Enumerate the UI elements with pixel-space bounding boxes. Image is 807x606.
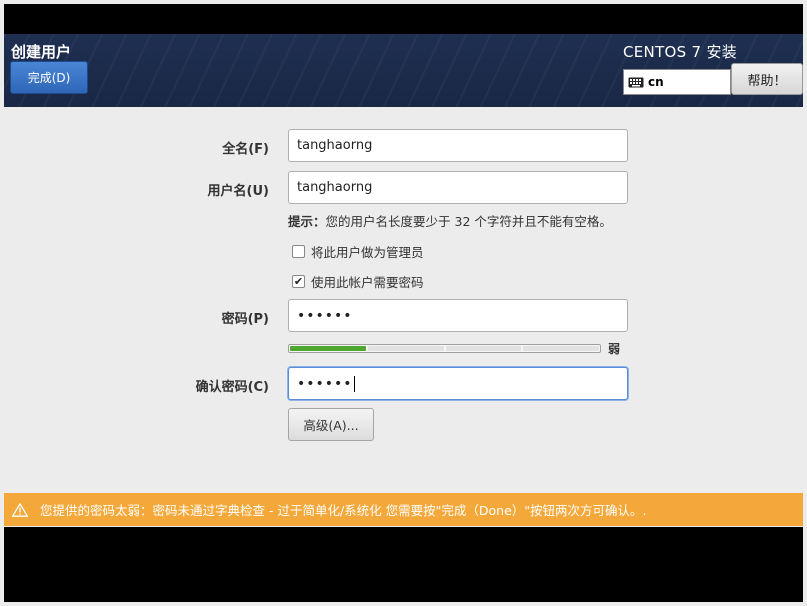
password-label: 密码(P) (221, 312, 269, 327)
confirm-password-input[interactable]: •••••• (288, 367, 628, 400)
username-value: tanghaorng (297, 180, 373, 195)
fullname-value: tanghaorng (297, 138, 373, 153)
password-strength-meter (288, 344, 601, 353)
require-password-row[interactable]: ✔ 使用此帐户需要密码 (292, 272, 424, 291)
require-password-label[interactable]: 使用此帐户需要密码 (311, 272, 424, 291)
confirm-password-value: •••••• (297, 375, 353, 392)
done-button[interactable]: 完成(D) (10, 61, 88, 94)
admin-checkbox-label[interactable]: 将此用户做为管理员 (311, 242, 424, 261)
keyboard-layout-label: cn (648, 75, 664, 89)
password-value: •••••• (297, 307, 353, 324)
create-user-form: 全名(F) tanghaorng 用户名(U) tanghaorng 提示：您的… (4, 107, 803, 527)
help-button[interactable]: 帮助！ (731, 63, 803, 95)
username-label: 用户名(U) (207, 184, 269, 199)
admin-checkbox[interactable] (292, 245, 305, 258)
require-password-checkbox[interactable]: ✔ (292, 275, 305, 288)
warning-bar[interactable]: 您提供的密码太弱：密码未通过字典检查 - 过于简单化/系统化 您需要按"完成（D… (4, 493, 803, 526)
advanced-button[interactable]: 高级(A)... (288, 408, 374, 441)
keyboard-layout-indicator[interactable]: cn (623, 69, 731, 95)
hint-text: 您的用户名长度要少于 32 个字符并且不能有空格。 (325, 214, 612, 229)
page-title: 创建用户 (11, 43, 72, 61)
fullname-input[interactable]: tanghaorng (288, 129, 628, 162)
installer-window: 创建用户 完成(D) CENTOS 7 安装 cn 帮助！ 全名(F) tang… (4, 4, 803, 602)
fullname-label: 全名(F) (222, 142, 269, 157)
password-input[interactable]: •••••• (288, 299, 628, 332)
text-cursor (353, 375, 355, 392)
strength-segment (290, 346, 366, 351)
checkmark-icon: ✔ (293, 275, 304, 288)
keyboard-icon (628, 77, 644, 87)
strength-segment (367, 346, 444, 351)
hint-prefix: 提示： (288, 214, 326, 229)
strength-segment (523, 346, 599, 351)
admin-checkbox-row[interactable]: 将此用户做为管理员 (292, 242, 424, 261)
confirm-password-label: 确认密码(C) (195, 380, 269, 395)
strength-segment (445, 346, 522, 351)
password-strength-label: 弱 (608, 342, 621, 356)
product-title: CENTOS 7 安装 (623, 43, 738, 61)
warning-text: 您提供的密码太弱：密码未通过字典检查 - 过于简单化/系统化 您需要按"完成（D… (40, 503, 647, 518)
warning-icon (12, 502, 28, 517)
username-input[interactable]: tanghaorng (288, 171, 628, 204)
username-hint: 提示：您的用户名长度要少于 32 个字符并且不能有空格。 (288, 211, 612, 230)
header-bar: 创建用户 完成(D) CENTOS 7 安装 cn 帮助！ (4, 34, 803, 107)
